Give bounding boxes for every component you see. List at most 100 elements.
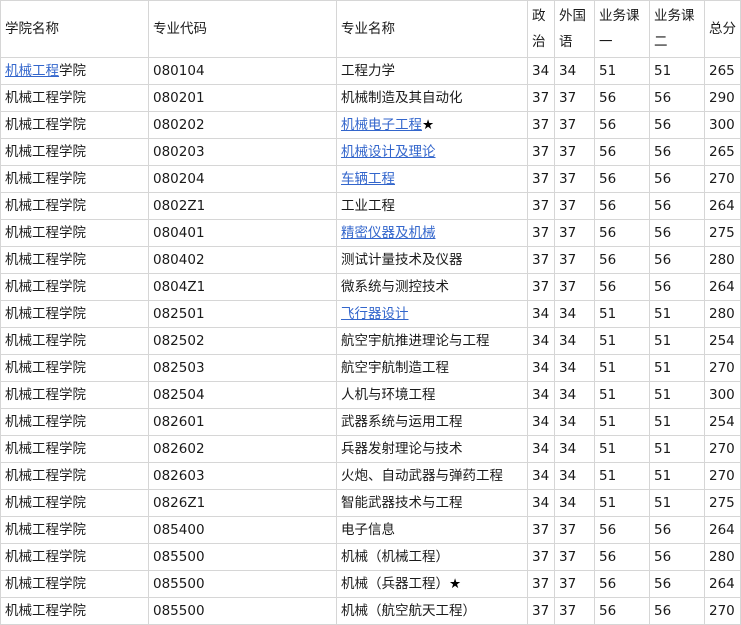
cell-course2: 56 [649, 138, 705, 166]
cell-foreign: 37 [554, 219, 595, 247]
cell-code: 082602 [148, 435, 337, 463]
cell-major: 航空宇航推进理论与工程 [336, 327, 528, 355]
cell-total: 280 [704, 300, 741, 328]
cell-major: 机械（兵器工程）★ [336, 570, 528, 598]
cell-code: 0804Z1 [148, 273, 337, 301]
cell-politics: 37 [527, 543, 555, 571]
cell-code: 080104 [148, 57, 337, 85]
star-icon: ★ [422, 117, 435, 133]
college-text: 机械工程学院 [5, 441, 86, 457]
table-row: 机械工程学院 0804Z1 微系统与测控技术 37 37 56 56 264 [0, 273, 741, 301]
cell-total: 264 [704, 570, 741, 598]
major-text: 兵器发射理论与技术 [341, 441, 463, 457]
table-row: 机械工程学院 082603 火炮、自动武器与弹药工程 34 34 51 51 270 [0, 462, 741, 490]
table-row: 机械工程学院 0826Z1 智能武器技术与工程 34 34 51 51 275 [0, 489, 741, 517]
cell-course2: 51 [649, 300, 705, 328]
table-row: 机械工程学院 082504 人机与环境工程 34 34 51 51 300 [0, 381, 741, 409]
college-text: 机械工程学院 [5, 171, 86, 187]
college-text: 机械工程学院 [5, 576, 86, 592]
cell-politics: 34 [527, 489, 555, 517]
major-text: 火炮、自动武器与弹药工程 [341, 468, 503, 484]
cell-politics: 37 [527, 273, 555, 301]
cell-politics: 37 [527, 570, 555, 598]
college-text: 机械工程学院 [5, 117, 86, 133]
header-row: 学院名称 专业代码 专业名称 政治 外国语 业务课一 业务课二 总分 [0, 0, 741, 58]
cell-course1: 56 [594, 543, 650, 571]
major-link[interactable]: 精密仪器及机械 [341, 225, 436, 241]
cell-college: 机械工程学院 [0, 354, 149, 382]
cell-course1: 51 [594, 435, 650, 463]
cell-code: 080401 [148, 219, 337, 247]
college-text: 机械工程学院 [5, 468, 86, 484]
cell-major: 工业工程 [336, 192, 528, 220]
cell-course2: 56 [649, 84, 705, 112]
cell-major: 微系统与测控技术 [336, 273, 528, 301]
cell-course1: 51 [594, 300, 650, 328]
cell-college[interactable]: 机械工程学院 [0, 57, 149, 85]
cell-code: 080202 [148, 111, 337, 139]
cell-code: 0826Z1 [148, 489, 337, 517]
college-text: 机械工程学院 [5, 90, 86, 106]
cell-course2: 51 [649, 354, 705, 382]
cell-college: 机械工程学院 [0, 435, 149, 463]
cell-code: 080204 [148, 165, 337, 193]
cell-major: 航空宇航制造工程 [336, 354, 528, 382]
cell-major[interactable]: 飞行器设计 [336, 300, 528, 328]
major-link[interactable]: 车辆工程 [341, 171, 395, 187]
cell-course1: 51 [594, 327, 650, 355]
cell-total: 264 [704, 516, 741, 544]
cell-college: 机械工程学院 [0, 543, 149, 571]
cell-total: 275 [704, 489, 741, 517]
cell-code: 080402 [148, 246, 337, 274]
major-text: 测试计量技术及仪器 [341, 252, 463, 268]
cell-college: 机械工程学院 [0, 408, 149, 436]
cell-course1: 56 [594, 516, 650, 544]
major-link[interactable]: 机械电子工程 [341, 117, 422, 133]
header-code: 专业代码 [148, 0, 337, 58]
cell-course1: 51 [594, 408, 650, 436]
cell-major[interactable]: 车辆工程 [336, 165, 528, 193]
cell-foreign: 37 [554, 543, 595, 571]
major-text: 工业工程 [341, 198, 395, 214]
cell-code: 082502 [148, 327, 337, 355]
cell-politics: 34 [527, 327, 555, 355]
cell-college: 机械工程学院 [0, 273, 149, 301]
major-link[interactable]: 机械设计及理论 [341, 144, 436, 160]
major-text: 机械（兵器工程） [341, 576, 449, 592]
cell-major[interactable]: 机械设计及理论 [336, 138, 528, 166]
major-text: 武器系统与运用工程 [341, 414, 463, 430]
cell-course1: 56 [594, 570, 650, 598]
cell-course2: 56 [649, 516, 705, 544]
cell-major: 火炮、自动武器与弹药工程 [336, 462, 528, 490]
cell-major: 兵器发射理论与技术 [336, 435, 528, 463]
cell-course2: 51 [649, 57, 705, 85]
cell-total: 254 [704, 408, 741, 436]
cell-course2: 51 [649, 408, 705, 436]
cell-course2: 51 [649, 462, 705, 490]
cell-code: 082603 [148, 462, 337, 490]
cell-code: 082501 [148, 300, 337, 328]
cell-total: 264 [704, 192, 741, 220]
table-row: 机械工程学院 082502 航空宇航推进理论与工程 34 34 51 51 254 [0, 327, 741, 355]
cell-course1: 56 [594, 111, 650, 139]
cell-course1: 51 [594, 462, 650, 490]
cell-major[interactable]: 精密仪器及机械 [336, 219, 528, 247]
cell-code: 085500 [148, 570, 337, 598]
cell-major: 工程力学 [336, 57, 528, 85]
major-text: 机械制造及其自动化 [341, 90, 463, 106]
cell-college: 机械工程学院 [0, 165, 149, 193]
cell-course2: 51 [649, 327, 705, 355]
college-link[interactable]: 机械工程 [5, 63, 59, 79]
cell-major[interactable]: 机械电子工程★ [336, 111, 528, 139]
college-text: 机械工程学院 [5, 603, 86, 619]
cell-total: 280 [704, 543, 741, 571]
cell-total: 270 [704, 597, 741, 625]
cell-total: 300 [704, 111, 741, 139]
college-text: 机械工程学院 [5, 387, 86, 403]
cell-code: 085400 [148, 516, 337, 544]
cell-course1: 56 [594, 192, 650, 220]
cell-foreign: 34 [554, 354, 595, 382]
major-link[interactable]: 飞行器设计 [341, 306, 409, 322]
header-course1: 业务课一 [594, 0, 650, 58]
cell-course2: 56 [649, 219, 705, 247]
